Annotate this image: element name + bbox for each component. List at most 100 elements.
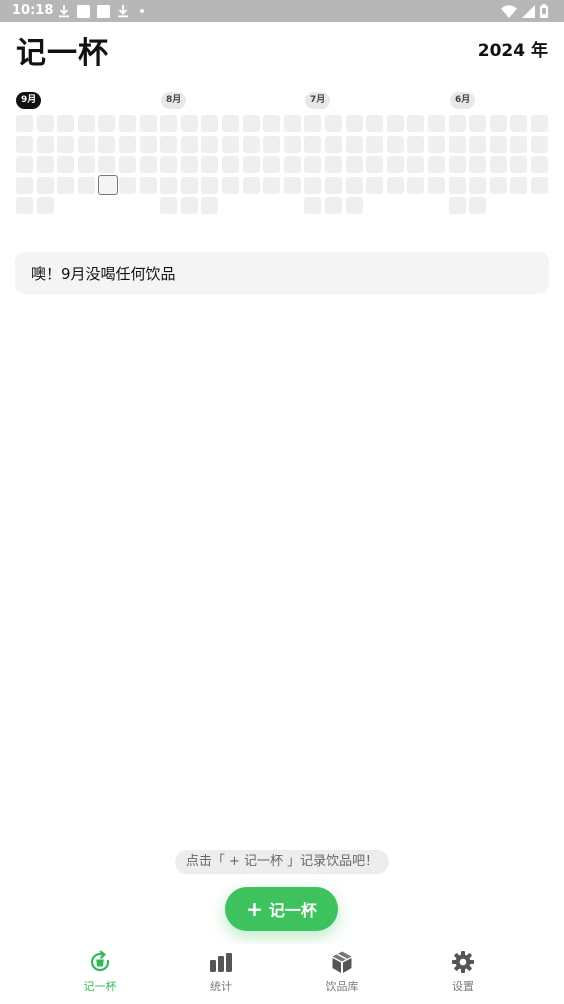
day-cell[interactable] (263, 156, 281, 174)
day-cell[interactable] (16, 197, 33, 215)
day-cell[interactable] (510, 156, 528, 174)
day-cell[interactable] (77, 176, 95, 194)
day-cell[interactable] (201, 176, 219, 194)
day-cell[interactable] (36, 115, 54, 132)
day-cell[interactable] (242, 135, 260, 153)
day-cell[interactable] (531, 176, 548, 194)
day-cell[interactable] (386, 135, 404, 153)
day-cell[interactable] (386, 156, 404, 174)
day-cell[interactable] (345, 197, 363, 215)
day-cell[interactable] (345, 115, 363, 132)
day-cell[interactable] (325, 176, 342, 194)
day-cell[interactable] (98, 115, 116, 132)
day-cell[interactable] (98, 135, 116, 153)
day-cell[interactable] (160, 115, 178, 132)
day-cell[interactable] (366, 115, 384, 132)
today-cell[interactable] (98, 174, 119, 195)
day-cell[interactable] (242, 176, 260, 194)
day-cell[interactable] (448, 176, 466, 194)
day-cell[interactable] (77, 156, 95, 174)
day-cell[interactable] (366, 156, 384, 174)
day-cell[interactable] (180, 176, 198, 194)
add-drink-button[interactable]: + 记一杯 (225, 887, 338, 931)
day-cell[interactable] (57, 156, 75, 174)
day-cell[interactable] (98, 156, 116, 174)
day-cell[interactable] (489, 135, 507, 153)
day-cell[interactable] (283, 115, 301, 132)
year-selector[interactable]: 2024 年 (478, 36, 548, 61)
day-cell[interactable] (325, 197, 342, 215)
day-cell[interactable] (407, 135, 425, 153)
day-cell[interactable] (531, 115, 548, 132)
day-cell[interactable] (531, 135, 548, 153)
day-cell[interactable] (160, 156, 178, 174)
day-cell[interactable] (201, 115, 219, 132)
day-cell[interactable] (304, 115, 322, 132)
day-cell[interactable] (180, 156, 198, 174)
day-cell[interactable] (386, 115, 404, 132)
day-cell[interactable] (263, 115, 281, 132)
day-cell[interactable] (180, 115, 198, 132)
day-cell[interactable] (325, 115, 342, 132)
day-cell[interactable] (222, 135, 239, 153)
day-cell[interactable] (180, 135, 198, 153)
day-cell[interactable] (469, 197, 487, 215)
day-cell[interactable] (201, 197, 219, 215)
day-cell[interactable] (222, 156, 239, 174)
day-cell[interactable] (304, 156, 322, 174)
day-cell[interactable] (57, 176, 75, 194)
day-cell[interactable] (325, 156, 342, 174)
day-cell[interactable] (448, 115, 466, 132)
day-cell[interactable] (16, 135, 33, 153)
day-cell[interactable] (469, 156, 487, 174)
day-cell[interactable] (160, 176, 178, 194)
day-cell[interactable] (386, 176, 404, 194)
day-cell[interactable] (489, 115, 507, 132)
day-cell[interactable] (119, 156, 136, 174)
nav-item-settings[interactable]: 设置 (413, 950, 513, 1000)
day-cell[interactable] (16, 156, 33, 174)
day-cell[interactable] (36, 197, 54, 215)
day-cell[interactable] (407, 115, 425, 132)
month-label-jul[interactable]: 7月 (305, 92, 331, 109)
day-cell[interactable] (36, 156, 54, 174)
day-cell[interactable] (510, 115, 528, 132)
day-cell[interactable] (36, 135, 54, 153)
day-cell[interactable] (448, 156, 466, 174)
day-cell[interactable] (139, 176, 157, 194)
day-cell[interactable] (263, 135, 281, 153)
day-cell[interactable] (222, 115, 239, 132)
day-cell[interactable] (366, 176, 384, 194)
nav-item-stats[interactable]: 统计 (171, 950, 271, 1000)
month-label-sep[interactable]: 9月 (16, 92, 42, 109)
day-cell[interactable] (139, 115, 157, 132)
day-cell[interactable] (407, 176, 425, 194)
day-cell[interactable] (345, 176, 363, 194)
day-cell[interactable] (242, 156, 260, 174)
day-cell[interactable] (263, 176, 281, 194)
day-cell[interactable] (489, 176, 507, 194)
day-cell[interactable] (160, 197, 178, 215)
nav-item-record[interactable]: 记一杯 (50, 950, 150, 1000)
day-cell[interactable] (428, 176, 445, 194)
day-cell[interactable] (489, 156, 507, 174)
day-cell[interactable] (366, 135, 384, 153)
month-label-jun[interactable]: 6月 (450, 92, 476, 109)
day-cell[interactable] (160, 135, 178, 153)
day-cell[interactable] (469, 176, 487, 194)
day-cell[interactable] (448, 135, 466, 153)
day-cell[interactable] (283, 135, 301, 153)
day-cell[interactable] (283, 176, 301, 194)
day-cell[interactable] (325, 135, 342, 153)
day-cell[interactable] (77, 115, 95, 132)
day-cell[interactable] (407, 156, 425, 174)
day-cell[interactable] (531, 156, 548, 174)
day-cell[interactable] (345, 156, 363, 174)
day-cell[interactable] (510, 135, 528, 153)
day-cell[interactable] (139, 135, 157, 153)
day-cell[interactable] (510, 176, 528, 194)
day-cell[interactable] (469, 115, 487, 132)
day-cell[interactable] (304, 197, 322, 215)
day-cell[interactable] (57, 135, 75, 153)
day-cell[interactable] (119, 176, 136, 194)
